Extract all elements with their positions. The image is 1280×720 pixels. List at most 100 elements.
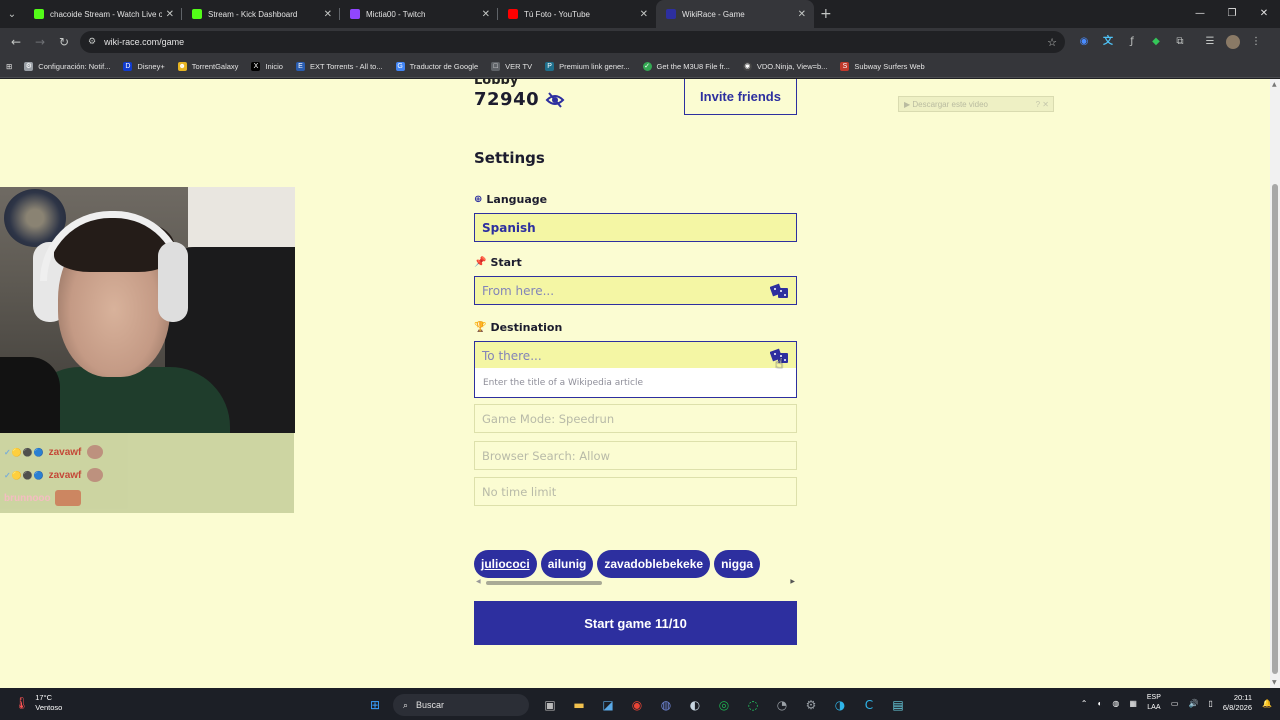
bookmark-item[interactable]: G Traductor de Google [395, 62, 478, 71]
player-chip[interactable]: juliococi [474, 550, 537, 578]
translate-extension-icon[interactable]: 文 [1100, 34, 1116, 50]
battery-icon[interactable]: ▯ [1208, 699, 1212, 708]
wifi-icon[interactable]: ▭ [1171, 699, 1179, 708]
bookmark-item[interactable]: S Subway Surfers Web [840, 62, 925, 71]
store-icon[interactable]: ◪ [597, 695, 619, 715]
scroll-up-icon[interactable]: ▲ [1272, 81, 1277, 88]
wikipedia-article-search[interactable]: Enter the title of a Wikipedia article [474, 368, 797, 398]
players-scrollbar[interactable]: ◀ ▶ [474, 578, 797, 587]
discord-icon[interactable]: ◍ [655, 695, 677, 715]
tab-title: Stream - Kick Dashboard [208, 9, 298, 19]
random-start-dice-icon[interactable] [770, 282, 790, 300]
volume-icon[interactable]: 🔊 [1188, 699, 1198, 708]
player-chip[interactable]: ailunig [540, 550, 594, 578]
page-scrollbar[interactable]: ▲ ▼ [1270, 79, 1280, 688]
reading-list-icon[interactable]: ☰ [1202, 34, 1218, 50]
browser-menu-icon[interactable]: ⋮ [1248, 34, 1264, 50]
bookmark-label: TorrentGalaxy [191, 62, 239, 71]
bookmark-item[interactable]: E EXT Torrents - All to... [295, 62, 383, 71]
game-mode-select[interactable]: Game Mode: Speedrun [474, 404, 797, 433]
close-tab-icon[interactable]: ✕ [482, 9, 490, 20]
page-scroll-thumb[interactable] [1272, 184, 1278, 674]
chrome-icon[interactable]: ◉ [626, 695, 648, 715]
edge-icon[interactable]: ◑ [829, 695, 851, 715]
player-chip[interactable]: zavadoblebekeke [597, 550, 711, 578]
players-scroll-thumb[interactable] [486, 581, 602, 585]
steam-icon[interactable]: ◐ [684, 695, 706, 715]
tab-title: Tú Foto - YouTube [524, 9, 590, 19]
download-video-button[interactable]: ▶ Descargar este video ? ✕ [898, 96, 1054, 112]
bookmark-item[interactable]: □ VER TV [491, 62, 532, 71]
extensions-puzzle-icon[interactable]: ⧉ [1172, 34, 1188, 50]
bookmark-item[interactable]: P Premium link gener... [545, 62, 630, 71]
tab-title: chacoide Stream - Watch Live o [50, 9, 162, 19]
bookmark-item[interactable]: X Inicio [251, 62, 283, 71]
tab-2[interactable]: Mictia00 - Twitch ✕ [340, 0, 498, 28]
browser-search-select[interactable]: Browser Search: Allow [474, 441, 797, 470]
close-window-icon[interactable]: ✕ [1248, 0, 1280, 28]
close-tab-icon[interactable]: ✕ [166, 9, 174, 20]
new-tab-icon[interactable]: + [820, 6, 832, 22]
apps-grid-icon[interactable]: ⊞ [6, 62, 12, 71]
input-language[interactable]: ESP LAA [1147, 693, 1161, 713]
close-tab-icon[interactable]: ✕ [324, 9, 332, 20]
function-extension-icon[interactable]: ƒ [1124, 34, 1140, 50]
tray-discord-icon[interactable]: ◍ [1112, 699, 1119, 708]
weather-widget[interactable]: 🌡 17°C Ventoso [14, 693, 62, 713]
invite-friends-button[interactable]: Invite friends [684, 79, 797, 115]
taskbar-clock[interactable]: 20:11 6/8/2026 [1223, 693, 1252, 713]
ccleaner-icon[interactable]: C [858, 695, 880, 715]
bookmark-item[interactable]: ◉ VDO.Ninja, View=b... [742, 62, 827, 71]
youtube-icon [508, 9, 518, 19]
close-tab-icon[interactable]: ✕ [798, 9, 806, 20]
language-select[interactable]: Spanish [474, 213, 797, 242]
notification-bell-icon[interactable]: 🔔 [1262, 699, 1272, 708]
reload-icon[interactable]: ↻ [52, 35, 76, 49]
notepad-icon[interactable]: ▤ [887, 695, 909, 715]
tray-steam-icon[interactable]: ◐ [1097, 699, 1102, 708]
spotify-icon[interactable]: ◎ [713, 695, 735, 715]
task-view-icon[interactable]: ▣ [539, 695, 561, 715]
close-tab-icon[interactable]: ✕ [640, 9, 648, 20]
whatsapp-icon[interactable]: ◌ [742, 695, 764, 715]
shazam-extension-icon[interactable]: ◉ [1076, 34, 1092, 50]
tray-network-icon[interactable]: ▦ [1129, 699, 1137, 708]
bookmark-item[interactable]: ☻ TorrentGalaxy [177, 62, 239, 71]
microphone [0, 357, 60, 433]
tab-search-icon[interactable]: ⌄ [0, 0, 24, 28]
back-icon[interactable]: ← [4, 35, 28, 49]
file-explorer-icon[interactable]: ▬ [568, 695, 590, 715]
site-info-icon[interactable]: ⚙ [88, 37, 96, 47]
forward-icon[interactable]: → [28, 35, 52, 49]
tab-4[interactable]: WikiRace - Game ✕ [656, 0, 814, 28]
bookmark-label: Get the M3U8 File fr... [656, 62, 730, 71]
windows-start-icon[interactable]: ⊞ [364, 695, 386, 715]
profile-avatar[interactable] [1226, 35, 1240, 49]
scroll-down-icon[interactable]: ▼ [1272, 679, 1277, 686]
player-chip[interactable]: nigga [714, 550, 761, 578]
settings-gear-icon[interactable]: ⚙ [800, 695, 822, 715]
scroll-left-icon[interactable]: ◀ [476, 578, 481, 585]
download-video-options[interactable]: ? ✕ [1036, 100, 1049, 109]
bookmark-item[interactable]: ✓ Get the M3U8 File fr... [642, 62, 730, 71]
bookmark-item[interactable]: ⚙ Configuración: Notif... [24, 62, 110, 71]
url-text[interactable]: wiki-race.com/game [104, 37, 1047, 47]
address-bar[interactable]: ⚙ wiki-race.com/game ☆ [80, 31, 1065, 53]
leaf-extension-icon[interactable]: ◆ [1148, 34, 1164, 50]
bookmark-star-icon[interactable]: ☆ [1047, 36, 1057, 49]
restore-icon[interactable]: ❐ [1216, 0, 1248, 28]
tab-3[interactable]: Tú Foto - YouTube ✕ [498, 0, 656, 28]
minimize-icon[interactable]: — [1184, 0, 1216, 28]
destination-input[interactable]: To there... [474, 341, 797, 370]
tray-expand-icon[interactable]: ⌃ [1081, 699, 1088, 708]
hide-code-icon[interactable] [545, 92, 565, 108]
scroll-right-icon[interactable]: ▶ [790, 578, 795, 585]
obs-icon[interactable]: ◔ [771, 695, 793, 715]
tab-1[interactable]: Stream - Kick Dashboard ✕ [182, 0, 340, 28]
tab-0[interactable]: chacoide Stream - Watch Live o ✕ [24, 0, 182, 28]
bookmark-item[interactable]: D Disney+ [123, 62, 165, 71]
start-game-button[interactable]: Start game 11/10 [474, 601, 797, 645]
time-limit-select[interactable]: No time limit [474, 477, 797, 506]
taskbar-search[interactable]: ⌕ Buscar [393, 694, 529, 716]
start-input[interactable]: From here... [474, 276, 797, 305]
